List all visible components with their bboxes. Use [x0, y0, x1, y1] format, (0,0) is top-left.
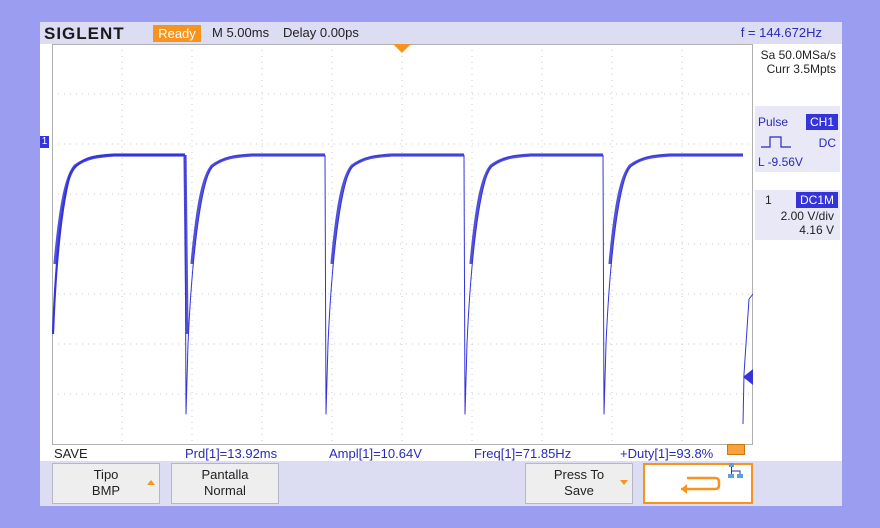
delay-readout[interactable]: Delay 0.00ps [283, 25, 359, 40]
measurement-frequency: Freq[1]=71.85Hz [474, 446, 572, 461]
trigger-position-marker[interactable] [393, 44, 411, 53]
softkey-label: Press To [553, 467, 605, 482]
top-status-bar: SIGLENT Ready M 5.00ms Delay 0.00ps f = … [40, 22, 842, 44]
softkey-value: Normal [204, 483, 246, 498]
trigger-source-badge: CH1 [805, 114, 838, 130]
waveform-trace [52, 153, 753, 425]
measurement-duty: +Duty[1]=93.8% [620, 446, 714, 461]
trigger-coupling-label: DC [818, 136, 836, 150]
waveform-graticule [52, 44, 753, 445]
waveform-grid[interactable] [52, 44, 753, 445]
softkey-value: Save [564, 483, 594, 498]
right-info-panel: Sa 50.0MSa/s Curr 3.5Mpts Pulse CH1 DC L… [753, 44, 842, 445]
volts-per-div-readout: 2.00 V/div [780, 209, 834, 223]
display-mode-softkey[interactable]: Pantalla Normal [171, 463, 279, 504]
softkey-value: BMP [91, 483, 121, 498]
frequency-counter: f = 144.672Hz [740, 25, 822, 40]
acquisition-status-badge[interactable]: Ready [153, 25, 201, 42]
measurement-period: Prd[1]=13.92ms [185, 446, 278, 461]
network-icon [728, 463, 743, 478]
file-type-softkey[interactable]: Tipo BMP [52, 463, 160, 504]
channel1-offset-marker[interactable]: 1 [40, 136, 49, 148]
timebase-readout[interactable]: M 5.00ms [212, 25, 269, 40]
measurement-amplitude: Ampl[1]=10.64V [329, 446, 422, 461]
measurement-bar: SAVE Prd[1]=13.92ms Ampl[1]=10.64V Freq[… [40, 445, 842, 461]
memory-depth-readout: Curr 3.5Mpts [766, 62, 836, 76]
pulse-trigger-icon [761, 136, 791, 148]
softkey-label: Pantalla [201, 467, 249, 482]
brand-logo: SIGLENT [44, 24, 125, 43]
softkey-bar: Tipo BMP Pantalla Normal Press To Save [40, 461, 842, 506]
press-to-save-softkey[interactable]: Press To Save [525, 463, 633, 504]
trigger-level-marker[interactable] [743, 369, 753, 385]
channel-coupling-badge: DC1M [795, 192, 838, 208]
trigger-info-box[interactable]: Pulse CH1 DC L -9.56V [755, 106, 840, 172]
channel-number-label: 1 [765, 193, 772, 207]
channel1-info-box[interactable]: 1 DC1M 2.00 V/div 4.16 V [755, 190, 840, 240]
trigger-level-readout: L -9.56V [758, 155, 803, 169]
oscilloscope-screen: SIGLENT Ready M 5.00ms Delay 0.00ps f = … [40, 22, 842, 506]
menu-title: SAVE [54, 446, 88, 461]
sample-rate-readout: Sa 50.0MSa/s [760, 48, 836, 62]
chevron-down-icon [620, 480, 628, 485]
softkey-label: Tipo [93, 467, 119, 482]
channel-offset-readout: 4.16 V [799, 223, 834, 237]
trigger-type-label: Pulse [758, 115, 789, 129]
chevron-up-icon [147, 480, 155, 485]
usb-drive-icon [727, 444, 745, 455]
